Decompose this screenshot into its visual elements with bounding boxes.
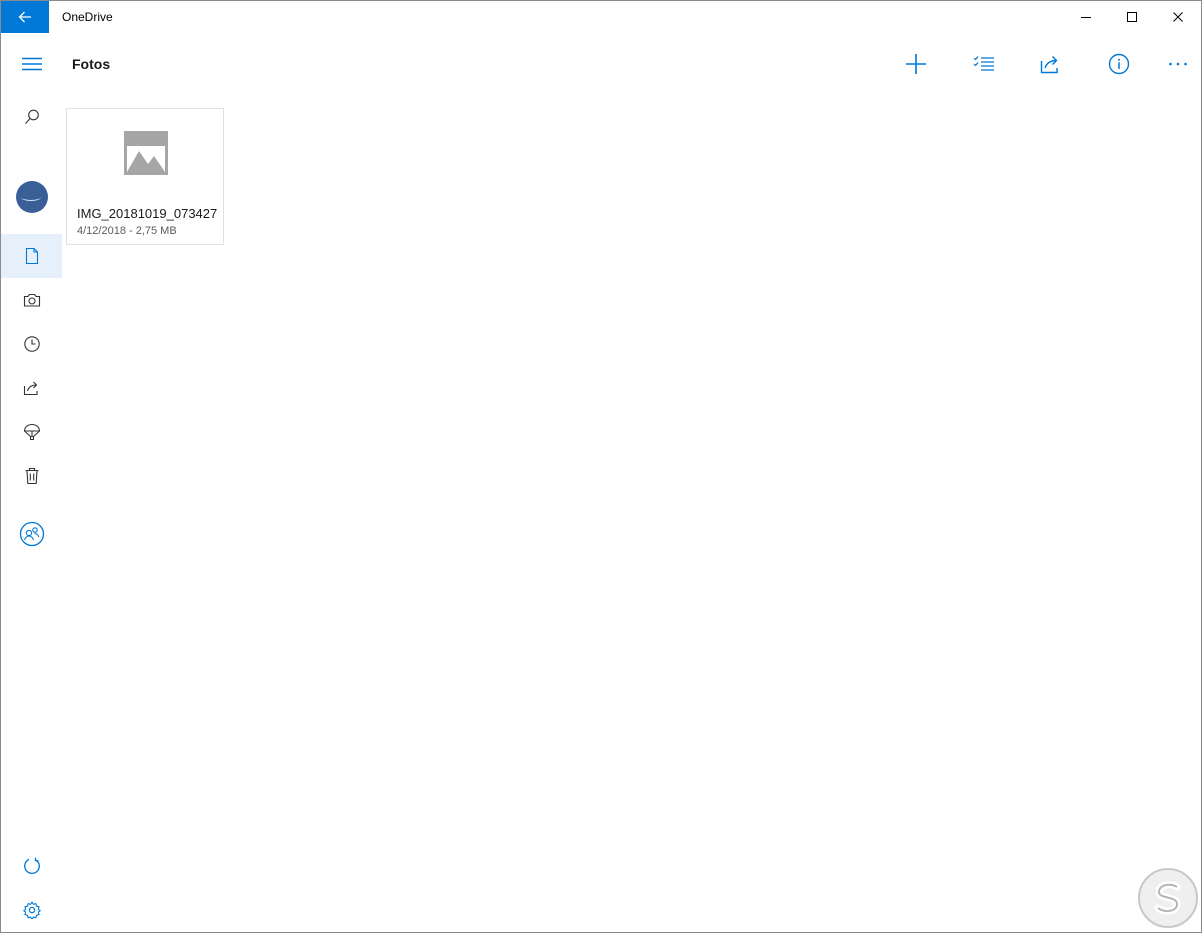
parachute-icon — [23, 423, 40, 440]
maximize-icon — [1127, 12, 1137, 22]
close-icon — [1173, 12, 1183, 22]
nav-people[interactable] — [1, 512, 62, 556]
plus-icon — [906, 54, 926, 74]
avatar-picture — [21, 193, 41, 201]
info-button[interactable] — [1097, 46, 1141, 82]
sync-icon — [23, 857, 40, 874]
maximize-button[interactable] — [1109, 1, 1155, 33]
document-icon — [25, 247, 38, 265]
nav-files[interactable] — [1, 234, 62, 278]
onedrive-window: OneDrive Fotos IMG_20181019_073427 4/12/… — [0, 0, 1202, 933]
account-avatar[interactable] — [16, 181, 48, 213]
info-icon — [1108, 53, 1130, 75]
share-icon — [1040, 56, 1058, 74]
file-meta: 4/12/2018 - 2,75 MB — [77, 225, 177, 237]
arrow-left-icon — [18, 11, 31, 23]
clock-icon — [23, 336, 40, 352]
people-icon — [19, 521, 44, 547]
trash-icon — [25, 467, 38, 485]
checklist-icon — [973, 56, 994, 71]
more-icon — [1169, 62, 1187, 66]
navigation-pane — [1, 33, 62, 932]
share-icon — [23, 381, 38, 396]
minimize-button[interactable] — [1063, 1, 1109, 33]
sync-button[interactable] — [1, 844, 62, 888]
hamburger-icon — [21, 57, 42, 71]
app-title: OneDrive — [62, 10, 113, 24]
file-name: IMG_20181019_073427 — [77, 206, 218, 221]
search-button[interactable] — [1, 95, 62, 139]
add-button[interactable] — [894, 46, 938, 82]
close-button[interactable] — [1155, 1, 1201, 33]
select-button[interactable] — [962, 46, 1006, 82]
title-bar: OneDrive — [1, 1, 1201, 33]
hamburger-menu-button[interactable] — [1, 42, 62, 86]
more-options-button[interactable] — [1156, 46, 1200, 82]
gear-icon — [22, 901, 41, 919]
minimize-icon — [1081, 17, 1091, 18]
settings-button[interactable] — [1, 888, 62, 932]
page-title: Fotos — [72, 56, 111, 72]
nav-personal-vault[interactable] — [1, 410, 62, 454]
file-tile[interactable]: IMG_20181019_073427 4/12/2018 - 2,75 MB — [66, 108, 224, 245]
nav-recycle-bin[interactable] — [1, 454, 62, 498]
watermark-logo — [1137, 867, 1199, 929]
nav-shared[interactable] — [1, 366, 62, 410]
camera-icon — [23, 293, 40, 307]
nav-photos[interactable] — [1, 278, 62, 322]
image-placeholder-icon — [124, 131, 168, 175]
back-button[interactable] — [1, 1, 49, 33]
share-button[interactable] — [1029, 46, 1073, 82]
search-icon — [24, 109, 39, 124]
nav-recent[interactable] — [1, 322, 62, 366]
